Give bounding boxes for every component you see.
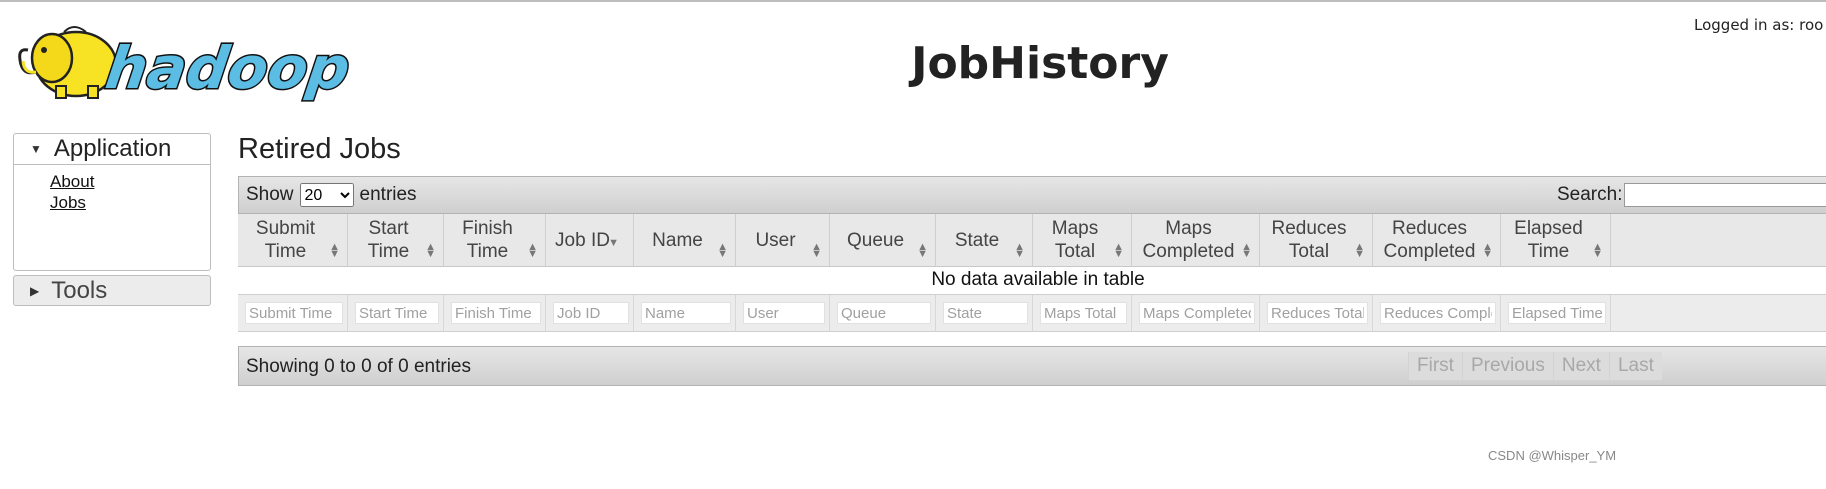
sort-desc-icon: ▼ (608, 237, 619, 249)
about-link[interactable]: About (50, 171, 210, 192)
sort-icon: ▲ ▼ (811, 241, 822, 260)
filter-elapsed-time[interactable] (1508, 302, 1606, 324)
filter-finish-time[interactable] (451, 302, 541, 324)
sort-icon: ▲ ▼ (527, 241, 538, 260)
search-label: Search: (1557, 184, 1623, 205)
filter-queue[interactable] (837, 302, 931, 324)
empty-table-message: No data available in table (931, 269, 1145, 290)
tools-menu[interactable]: ▶ Tools (13, 275, 211, 306)
col-queue[interactable]: Queue ▲ ▼ (830, 214, 936, 266)
col-reduces-total[interactable]: Reduces Total ▲ ▼ (1260, 214, 1373, 266)
col-label: User (755, 229, 796, 251)
filter-reduces-completed[interactable] (1380, 302, 1496, 324)
pager-last[interactable]: Last (1608, 352, 1662, 380)
col-label: Finish Time (462, 218, 513, 262)
col-maps-completed[interactable]: Maps Completed ▲ ▼ (1132, 214, 1260, 266)
sort-icon: ▲ ▼ (329, 241, 340, 260)
sort-icon: ▲ ▼ (1241, 241, 1252, 260)
page-title: JobHistory (911, 38, 1169, 89)
col-finish-time[interactable]: Finish Time ▲ ▼ (444, 214, 546, 266)
sort-icon: ▲ ▼ (1113, 241, 1124, 260)
col-elapsed-time[interactable]: Elapsed Time ▲ ▼ (1501, 214, 1611, 266)
logged-in-label: Logged in as: roo (1694, 16, 1824, 34)
filter-maps-completed[interactable] (1139, 302, 1255, 324)
filter-start-time[interactable] (355, 302, 439, 324)
col-label: Reduces Total (1271, 218, 1347, 262)
table-toolbar-top: Show 20 entries Search: (238, 176, 1826, 214)
application-menu-label: Application (53, 135, 172, 162)
table-toolbar-bottom: Showing 0 to 0 of 0 entries First Previo… (238, 346, 1826, 386)
col-user[interactable]: User ▲ ▼ (736, 214, 830, 266)
filter-job-id[interactable] (553, 302, 629, 324)
col-name[interactable]: Name ▲ ▼ (634, 214, 736, 266)
watermark: CSDN @Whisper_YM (1488, 448, 1617, 463)
table-info: Showing 0 to 0 of 0 entries (246, 356, 471, 377)
entries-label: entries (359, 184, 417, 205)
col-label: Start Time (367, 218, 410, 262)
pagination: First Previous Next Last (1408, 352, 1662, 380)
col-label: Reduces Completed (1383, 218, 1476, 262)
application-menu-header[interactable]: ▼ Application (14, 134, 210, 165)
filter-state[interactable] (943, 302, 1028, 324)
filter-name[interactable] (641, 302, 731, 324)
jobs-table: Show 20 entries Search: Submit Time ▲ ▼ St… (238, 176, 1826, 386)
filter-submit-time[interactable] (245, 302, 343, 324)
col-label: Maps Total (1051, 218, 1099, 262)
filter-maps-total[interactable] (1040, 302, 1127, 324)
col-label: Maps Completed (1142, 218, 1235, 262)
filter-reduces-total[interactable] (1267, 302, 1368, 324)
sort-icon: ▲ ▼ (1014, 241, 1025, 260)
pager-previous[interactable]: Previous (1461, 352, 1553, 380)
application-menu: ▼ Application About Jobs (13, 133, 211, 271)
col-label: Queue (846, 229, 905, 251)
sort-icon: ▲ ▼ (425, 241, 436, 260)
sort-icon: ▲ ▼ (1354, 241, 1365, 260)
sort-icon: ▲ ▼ (917, 241, 928, 260)
caret-right-icon: ▶ (30, 284, 40, 298)
col-reduces-completed[interactable]: Reduces Completed ▲ ▼ (1373, 214, 1501, 266)
tools-menu-header[interactable]: ▶ Tools (14, 276, 210, 306)
search-input[interactable] (1624, 183, 1826, 207)
sort-icon: ▲ ▼ (1592, 241, 1603, 260)
col-label: Submit Time (255, 218, 316, 262)
filter-row (238, 294, 1826, 332)
col-state[interactable]: State ▲ ▼ (936, 214, 1033, 266)
pager-first[interactable]: First (1408, 352, 1462, 380)
entries-length-select[interactable]: 20 (299, 183, 354, 207)
section-title: Retired Jobs (238, 133, 401, 165)
col-label: Elapsed Time (1514, 218, 1583, 262)
col-job-id[interactable]: Job ID ▼ (546, 214, 634, 266)
filter-user[interactable] (743, 302, 825, 324)
caret-down-icon: ▼ (30, 142, 42, 156)
tools-menu-label: Tools (51, 277, 108, 304)
sort-icon: ▲ ▼ (717, 241, 728, 260)
col-submit-time[interactable]: Submit Time ▲ ▼ (238, 214, 348, 266)
pager-next[interactable]: Next (1552, 352, 1609, 380)
col-start-time[interactable]: Start Time ▲ ▼ (348, 214, 444, 266)
col-maps-total[interactable]: Maps Total ▲ ▼ (1033, 214, 1132, 266)
sort-icon: ▲ ▼ (1482, 241, 1493, 260)
col-label: State (954, 229, 1000, 251)
col-label: Name (652, 229, 703, 251)
show-label: Show (246, 184, 294, 205)
col-label: Job ID (555, 229, 610, 251)
table-header-row: Submit Time ▲ ▼ Start Time ▲ ▼ Finish Time ▲ ▼… (238, 214, 1826, 267)
jobs-link[interactable]: Jobs (50, 192, 210, 213)
